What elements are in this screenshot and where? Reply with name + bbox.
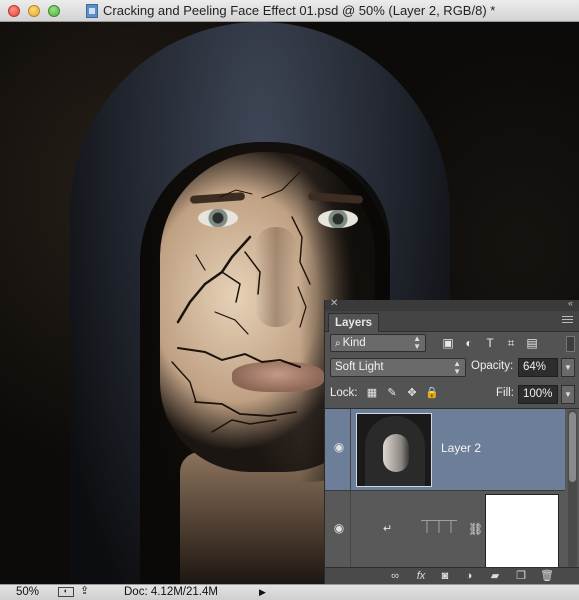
lock-all-icon[interactable]: 🔒 bbox=[425, 386, 439, 400]
smart-object-filter-icon[interactable]: ▤ bbox=[524, 335, 540, 351]
group-folder-icon[interactable]: ▰ bbox=[487, 569, 503, 583]
fx-icon[interactable]: fx bbox=[413, 569, 429, 583]
layers-panel: ✕ « Layers ⌕ Kind ▲ ▼ ▣ ◐ T ⌗ ▤ Soft Light bbox=[324, 298, 579, 584]
panel-close-icon[interactable]: ✕ bbox=[330, 298, 338, 309]
opacity-label: Opacity: bbox=[471, 360, 514, 372]
adjustment-filter-icon[interactable]: ◐ bbox=[461, 335, 477, 351]
psd-document-icon bbox=[86, 4, 98, 18]
panel-collapse-icon[interactable]: « bbox=[568, 298, 573, 308]
layer-mask-icon[interactable]: ◙ bbox=[437, 569, 453, 583]
mask-link-chain-icon[interactable]: ⛓ bbox=[468, 522, 483, 536]
opacity-slider-button[interactable]: ▼ bbox=[561, 358, 575, 377]
layer-thumbnail[interactable] bbox=[356, 413, 432, 487]
blend-mode-select[interactable]: Soft Light ▲ ▼ bbox=[330, 358, 466, 377]
tab-layers[interactable]: Layers bbox=[328, 313, 380, 332]
image-filter-icon[interactable]: ▣ bbox=[440, 335, 456, 351]
new-layer-icon[interactable]: ❐ bbox=[513, 569, 529, 583]
close-window-button[interactable] bbox=[8, 5, 20, 17]
trash-icon[interactable]: 🗑 bbox=[539, 569, 555, 583]
filter-kind-select[interactable]: ⌕ Kind ▲ ▼ bbox=[330, 334, 426, 352]
blend-mode-value: Soft Light bbox=[335, 361, 384, 373]
layer-mask-thumbnail[interactable] bbox=[485, 494, 559, 568]
lock-row: Lock: ▦ ✎ ✥ 🔒 Fill: 100% ▼ bbox=[325, 384, 579, 406]
blend-row: Soft Light ▲ ▼ Opacity: 64% ▼ bbox=[325, 358, 579, 380]
layer-filter-row: ⌕ Kind ▲ ▼ ▣ ◐ T ⌗ ▤ bbox=[325, 334, 579, 356]
share-icon[interactable]: ⇪ bbox=[80, 586, 94, 597]
filter-kind-label: Kind bbox=[342, 337, 366, 349]
search-icon: ⌕ bbox=[335, 338, 341, 349]
title-bar[interactable]: Cracking and Peeling Face Effect 01.psd … bbox=[0, 0, 579, 22]
minimize-window-button[interactable] bbox=[28, 5, 40, 17]
layer-name[interactable]: Layer 2 bbox=[441, 441, 481, 455]
layers-list: ◉ Layer 2 ◉ ↵ ⏉⏉⏉ ⛓ bbox=[325, 408, 579, 572]
fill-slider-button[interactable]: ▼ bbox=[561, 385, 575, 404]
panel-menu-icon[interactable] bbox=[562, 316, 573, 325]
fill-input[interactable]: 100% bbox=[518, 385, 558, 404]
status-bar: 50% ◐ ⇪ Doc: 4.12M/21.4M ▶ bbox=[0, 584, 579, 600]
opacity-input[interactable]: 64% bbox=[518, 358, 558, 377]
proof-setup-icon[interactable]: ◐ bbox=[58, 587, 74, 597]
clipping-mask-arrow-icon: ↵ bbox=[383, 523, 393, 535]
link-layers-icon[interactable]: ∞ bbox=[387, 569, 403, 583]
visibility-eye-icon[interactable]: ◉ bbox=[331, 522, 347, 534]
select-arrows-icon: ▲ ▼ bbox=[413, 334, 421, 351]
visibility-divider bbox=[350, 490, 351, 571]
window-title: Cracking and Peeling Face Effect 01.psd … bbox=[103, 3, 496, 18]
layer-row-layer-2[interactable]: ◉ Layer 2 bbox=[325, 409, 565, 491]
layers-scrollbar[interactable] bbox=[568, 410, 577, 568]
lock-label: Lock: bbox=[330, 387, 358, 399]
layers-panel-footer: ∞ fx ◙ ◑ ▰ ❐ 🗑 bbox=[325, 567, 579, 584]
lock-position-icon[interactable]: ✥ bbox=[405, 386, 419, 400]
shape-filter-icon[interactable]: ⌗ bbox=[503, 335, 519, 351]
photoshop-document-window: Cracking and Peeling Face Effect 01.psd … bbox=[0, 0, 579, 600]
status-menu-arrow-icon[interactable]: ▶ bbox=[259, 587, 266, 598]
visibility-divider bbox=[350, 409, 351, 490]
levels-adjustment-icon[interactable]: ⏉⏉⏉ bbox=[421, 520, 457, 534]
fill-label: Fill: bbox=[496, 387, 514, 399]
adjustment-layer-icon[interactable]: ◑ bbox=[461, 569, 477, 583]
panel-tab-bar: Layers bbox=[325, 311, 579, 332]
select-arrows-icon: ▲ ▼ bbox=[453, 359, 461, 376]
layer-row-levels-adjustment[interactable]: ◉ ↵ ⏉⏉⏉ ⛓ bbox=[325, 490, 565, 572]
visibility-eye-icon[interactable]: ◉ bbox=[331, 441, 347, 453]
thumbnail-face bbox=[383, 434, 409, 472]
filter-toggle-switch[interactable] bbox=[566, 336, 575, 352]
zoom-window-button[interactable] bbox=[48, 5, 60, 17]
layers-scrollbar-thumb[interactable] bbox=[569, 412, 576, 482]
zoom-level[interactable]: 50% bbox=[16, 586, 39, 598]
type-filter-icon[interactable]: T bbox=[482, 335, 498, 351]
lock-pixels-icon[interactable]: ✎ bbox=[385, 386, 399, 400]
document-size-info: Doc: 4.12M/21.4M bbox=[124, 586, 218, 598]
lock-transparency-icon[interactable]: ▦ bbox=[365, 386, 379, 400]
